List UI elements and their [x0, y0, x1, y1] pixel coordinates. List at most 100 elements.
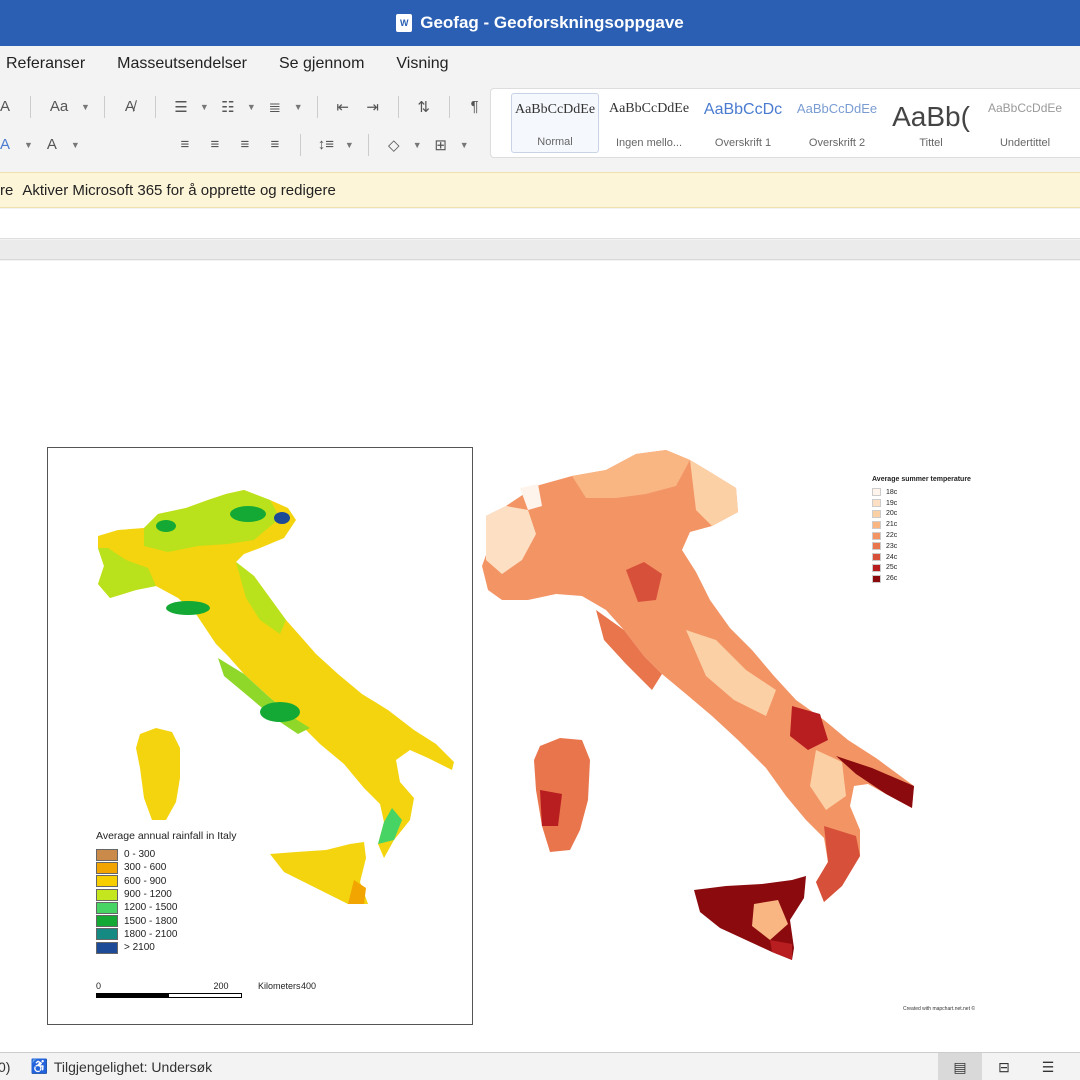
ribbon-row-1: A Aa ▼ A̸ ☰ ▼ ☷ ▼ ≣ ▼ ⇤ ⇥ ⇅ ¶ — [0, 96, 486, 118]
align-right-icon[interactable]: ≡ — [234, 136, 256, 154]
rainfall-legend-swatch — [96, 848, 118, 861]
rainfall-legend-label: 300 - 600 — [124, 862, 167, 874]
chevron-down-icon[interactable]: ▼ — [24, 140, 33, 150]
print-layout-view-icon[interactable]: ▤ — [938, 1053, 982, 1080]
style-subtitle[interactable]: AaBbCcDdEe Undertittel — [981, 93, 1069, 153]
ribbon-row-2: A ▼ A ▼ ≡ ≡ ≡ ≡ ↕≡ ▼ ◇ ▼ ⊞ ▼ — [0, 134, 469, 156]
temperature-legend-swatch — [872, 509, 881, 518]
style-heading-1[interactable]: AaBbCcDc Overskrift 1 — [699, 93, 787, 153]
scale-tick-200: 200 — [213, 981, 229, 991]
chevron-down-icon[interactable]: ▼ — [247, 102, 256, 112]
temperature-legend-item: 26c — [872, 573, 971, 584]
temperature-legend-label: 24c — [886, 553, 898, 561]
temperature-legend-swatch — [872, 574, 881, 583]
sort-icon[interactable]: ⇅ — [413, 98, 435, 116]
menu-item-masseutsendelser[interactable]: Masseutsendelser — [117, 55, 247, 73]
divider — [299, 134, 301, 156]
accessibility-icon: ♿ — [30, 1058, 48, 1074]
style-title[interactable]: AaBb( Tittel — [887, 93, 975, 153]
rainfall-legend-item: > 2100 — [96, 941, 236, 954]
rainfall-legend-item: 1200 - 1500 — [96, 901, 236, 914]
temperature-legend-label: 21c — [886, 521, 898, 529]
status-bar: 0) ♿ Tilgjengelighet: Undersøk ▤ ⊟ ☰ — [0, 1052, 1080, 1080]
high-rainfall-spot — [274, 512, 290, 524]
notice-prefix: re — [0, 181, 14, 199]
temperature-legend-item: 25c — [872, 563, 971, 574]
styles-gallery: AaBbCcDdEe Normal AaBbCcDdEe Ingen mello… — [490, 88, 1080, 158]
increase-indent-icon[interactable]: ⇥ — [362, 98, 384, 116]
temperature-legend-label: 20c — [886, 510, 898, 518]
decrease-indent-icon[interactable]: ⇤ — [332, 98, 354, 116]
temperature-legend-item: 21c — [872, 519, 971, 530]
bullets-icon[interactable]: ☰ — [170, 98, 192, 116]
align-center-icon[interactable]: ≡ — [204, 136, 226, 154]
temperature-legend-swatch — [872, 563, 881, 572]
line-spacing-icon[interactable]: ↕≡ — [315, 136, 337, 154]
chevron-down-icon[interactable]: ▼ — [345, 140, 354, 150]
rainfall-legend-label: 1200 - 1500 — [124, 902, 178, 914]
temperature-legend-swatch — [872, 553, 881, 562]
chevron-down-icon[interactable]: ▼ — [71, 140, 80, 150]
menu-bar: Referanser Masseutsendelser Se gjennom V… — [0, 46, 1080, 82]
accessibility-status[interactable]: ♿ Tilgjengelighet: Undersøk — [30, 1058, 212, 1075]
outline-view-icon[interactable]: ☰ — [1026, 1053, 1070, 1080]
shrink-font-icon[interactable]: A — [0, 98, 16, 116]
rainfall-legend-title: Average annual rainfall in Italy — [96, 830, 237, 842]
style-no-spacing[interactable]: AaBbCcDdEe Ingen mello... — [605, 93, 693, 153]
borders-icon[interactable]: ⊞ — [430, 136, 452, 154]
menu-item-visning[interactable]: Visning — [396, 55, 448, 73]
divider — [367, 134, 369, 156]
menu-item-se-gjennom[interactable]: Se gjennom — [279, 55, 364, 73]
style-normal[interactable]: AaBbCcDdEe Normal — [511, 93, 600, 153]
font-color-button[interactable]: A — [41, 136, 63, 154]
sardinia-shape — [136, 728, 180, 820]
multilevel-list-icon[interactable]: ≣ — [264, 98, 286, 116]
ribbon: A Aa ▼ A̸ ☰ ▼ ☷ ▼ ≣ ▼ ⇤ ⇥ ⇅ ¶ A ▼ A ▼ ≡ ≡ ≡ ≡ … — [0, 82, 1080, 170]
temperature-legend-label: 25c — [886, 564, 898, 572]
temperature-map[interactable] — [476, 450, 926, 1020]
rainfall-legend-swatch — [96, 901, 118, 914]
ruler-strip — [0, 209, 1080, 239]
temperature-legend-item: 24c — [872, 552, 971, 563]
divider — [448, 96, 450, 118]
divider — [30, 96, 31, 118]
text-highlight-icon[interactable]: A — [0, 136, 16, 154]
temperature-legend-label: 23c — [886, 542, 898, 550]
justify-icon[interactable]: ≡ — [264, 136, 286, 154]
temperature-legend-label: 18c — [886, 488, 898, 496]
title-bar: W Geofag - Geoforskningsoppgave — [0, 0, 1080, 46]
chevron-down-icon[interactable]: ▼ — [413, 140, 422, 150]
temperature-legend-label: 19c — [886, 499, 898, 507]
canvas-gap — [0, 240, 1080, 260]
rainfall-legend-item: 1500 - 1800 — [96, 914, 236, 928]
menu-item-referanser[interactable]: Referanser — [6, 55, 85, 73]
scale-tick-0: 0 — [96, 981, 102, 991]
temperature-legend-title: Average summer temperature — [872, 476, 971, 483]
change-case-button[interactable]: Aa — [45, 98, 73, 116]
style-heading-2[interactable]: AaBbCcDdEe Overskrift 2 — [793, 93, 881, 153]
rainfall-legend-item: 300 - 600 — [96, 861, 236, 874]
clear-formatting-icon[interactable]: A̸ — [119, 98, 141, 116]
temperature-legend-label: 22c — [886, 532, 898, 540]
chevron-down-icon[interactable]: ▼ — [460, 140, 469, 150]
numbering-icon[interactable]: ☷ — [217, 98, 239, 116]
temperature-legend: Average summer temperature 18c 19c 20c 21c 2… — [872, 476, 971, 584]
temperature-legend-item: 23c — [872, 541, 971, 552]
temperature-legend-item: 20c — [872, 509, 971, 520]
web-layout-view-icon[interactable]: ⊟ — [982, 1053, 1026, 1080]
rainfall-legend-swatch — [96, 915, 118, 928]
activation-notice: re Aktiver Microsoft 365 for å opprette … — [0, 172, 1080, 208]
chevron-down-icon[interactable]: ▼ — [81, 102, 90, 112]
chevron-down-icon[interactable]: ▼ — [294, 102, 303, 112]
rainfall-legend-swatch — [96, 941, 118, 954]
temperature-legend-swatch — [872, 499, 881, 508]
pilcrow-icon[interactable]: ¶ — [464, 98, 486, 116]
word-icon: W — [396, 14, 413, 32]
scale-unit: Kilometers — [258, 981, 301, 991]
rainfall-map[interactable]: Average annual rainfall in Italy 0 - 300… — [47, 447, 473, 1025]
shading-icon[interactable]: ◇ — [383, 136, 405, 154]
divider — [397, 96, 399, 118]
align-left-icon[interactable]: ≡ — [174, 136, 196, 154]
chevron-down-icon[interactable]: ▼ — [200, 102, 209, 112]
rainfall-legend-label: 0 - 300 — [124, 849, 156, 861]
